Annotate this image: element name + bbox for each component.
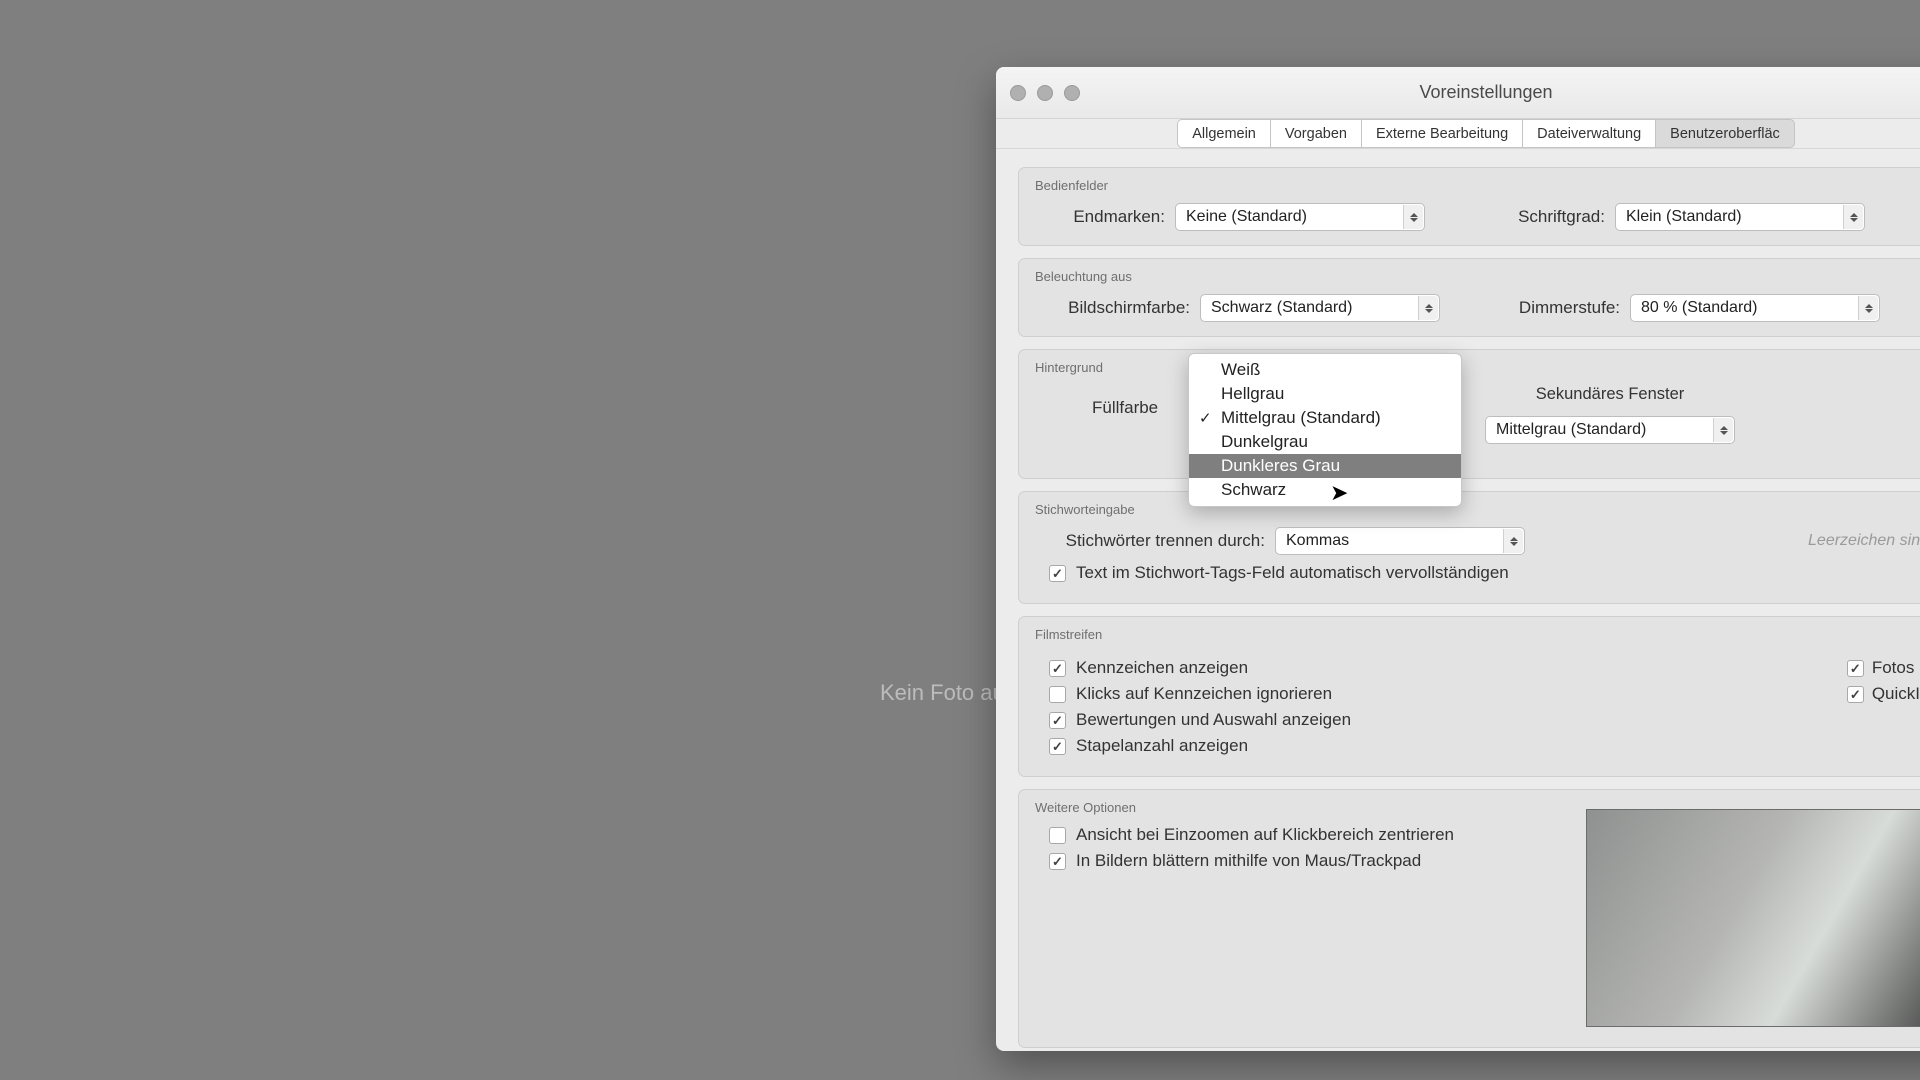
panel-title-hintergrund: Hintergrund — [1035, 360, 1920, 375]
option-mittelgrau-label: Mittelgrau (Standard) — [1221, 408, 1381, 427]
label-fotos-im: Fotos im — [1872, 658, 1920, 678]
select-bildschirmfarbe[interactable]: Schwarz (Standard) — [1200, 294, 1440, 322]
checkbox-stapelanzahl[interactable] — [1049, 738, 1066, 755]
tab-externe-bearbeitung[interactable]: Externe Bearbeitung — [1361, 119, 1522, 148]
chevron-updown-icon — [1403, 205, 1423, 229]
checkbox-bilder-blaettern[interactable] — [1049, 853, 1066, 870]
select-sekundaer-value: Mittelgrau (Standard) — [1496, 421, 1646, 439]
checkbox-bewertungen-anzeigen[interactable] — [1049, 712, 1066, 729]
option-dunkleres-grau[interactable]: Dunkleres Grau — [1189, 454, 1461, 478]
tab-bar: Allgemein Vorgaben Externe Bearbeitung D… — [996, 119, 1920, 149]
select-endmarken[interactable]: Keine (Standard) — [1175, 203, 1425, 231]
panel-hintergrund: Hintergrund Sekundäres Fenster Mittelgra… — [1018, 349, 1920, 479]
panel-title-stichworteingabe: Stichworteingabe — [1035, 502, 1920, 517]
close-icon[interactable] — [1010, 85, 1026, 101]
preferences-window: Voreinstellungen Allgemein Vorgaben Exte… — [996, 67, 1920, 1051]
maximize-icon[interactable] — [1064, 85, 1080, 101]
select-dimmerstufe[interactable]: 80 % (Standard) — [1630, 294, 1880, 322]
select-schriftgrad-value: Klein (Standard) — [1626, 208, 1742, 226]
tab-allgemein[interactable]: Allgemein — [1177, 119, 1270, 148]
label-schriftgrad: Schriftgrad: — [1485, 207, 1605, 227]
label-trennen: Stichwörter trennen durch: — [1035, 531, 1265, 551]
cursor-icon: ➤ — [1330, 480, 1348, 506]
label-kennzeichen-anzeigen: Kennzeichen anzeigen — [1076, 658, 1248, 678]
window-title: Voreinstellungen — [1419, 82, 1552, 103]
label-endmarken: Endmarken: — [1035, 207, 1165, 227]
select-endmarken-value: Keine (Standard) — [1186, 208, 1307, 226]
dropdown-fuellfarbe[interactable]: Weiß Hellgrau ✓ Mittelgrau (Standard) Dun… — [1188, 353, 1462, 507]
checkbox-kennzeichen-anzeigen[interactable] — [1049, 660, 1066, 677]
chevron-updown-icon — [1713, 418, 1733, 442]
select-trennzeichen-value: Kommas — [1286, 532, 1349, 550]
chevron-updown-icon — [1418, 296, 1438, 320]
checkbox-fotos-im[interactable] — [1847, 660, 1864, 677]
tab-benutzeroberflaeche[interactable]: Benutzeroberfläc — [1655, 119, 1795, 148]
label-bewertungen-anzeigen: Bewertungen und Auswahl anzeigen — [1076, 710, 1351, 730]
chevron-updown-icon — [1858, 296, 1878, 320]
panel-beleuchtung: Beleuchtung aus Bildschirmfarbe: Schwarz… — [1018, 258, 1920, 337]
option-schwarz[interactable]: Schwarz — [1189, 478, 1461, 502]
background-empty-text: Kein Foto au — [880, 680, 1005, 706]
minimize-icon[interactable] — [1037, 85, 1053, 101]
tab-dateiverwaltung[interactable]: Dateiverwaltung — [1522, 119, 1655, 148]
label-autocomplete: Text im Stichwort-Tags-Feld automatisch … — [1076, 563, 1509, 583]
chevron-updown-icon — [1503, 529, 1523, 553]
checkbox-klicks-ignorieren[interactable] — [1049, 686, 1066, 703]
label-sekundaeres-fenster: Sekundäres Fenster — [1536, 385, 1685, 404]
panel-stichworteingabe: Stichworteingabe Stichwörter trennen dur… — [1018, 491, 1920, 604]
select-sekundaer-fuellfarbe[interactable]: Mittelgrau (Standard) — [1485, 416, 1735, 444]
checkbox-quickinfo[interactable] — [1847, 686, 1864, 703]
panel-title-bedienfelder: Bedienfelder — [1035, 178, 1920, 193]
option-dunkelgrau[interactable]: Dunkelgrau — [1189, 430, 1461, 454]
tab-vorgaben[interactable]: Vorgaben — [1270, 119, 1361, 148]
chevron-updown-icon — [1843, 205, 1863, 229]
panel-title-beleuchtung: Beleuchtung aus — [1035, 269, 1920, 284]
panel-bedienfelder: Bedienfelder Endmarken: Keine (Standard)… — [1018, 167, 1920, 246]
label-fuellfarbe: Füllfarbe — [1092, 398, 1158, 418]
checkmark-icon: ✓ — [1199, 409, 1212, 427]
label-stapelanzahl: Stapelanzahl anzeigen — [1076, 736, 1248, 756]
webcam-overlay — [1586, 809, 1920, 1027]
label-bilder-blaettern: In Bildern blättern mithilfe von Maus/Tr… — [1076, 851, 1421, 871]
label-zoom-zentrieren: Ansicht bei Einzoomen auf Klickbereich z… — [1076, 825, 1454, 845]
panel-filmstreifen: Filmstreifen Kennzeichen anzeigen Klicks… — [1018, 616, 1920, 777]
select-bildschirmfarbe-value: Schwarz (Standard) — [1211, 299, 1352, 317]
titlebar: Voreinstellungen — [996, 67, 1920, 119]
option-mittelgrau-standard[interactable]: ✓ Mittelgrau (Standard) — [1189, 406, 1461, 430]
label-dimmerstufe: Dimmerstufe: — [1500, 298, 1620, 318]
select-trennzeichen[interactable]: Kommas — [1275, 527, 1525, 555]
label-quickinfo: QuickInf — [1872, 684, 1920, 704]
label-klicks-ignorieren: Klicks auf Kennzeichen ignorieren — [1076, 684, 1332, 704]
hint-leerzeichen: Leerzeichen sind i — [1768, 532, 1920, 550]
panel-title-filmstreifen: Filmstreifen — [1035, 627, 1920, 642]
select-dimmerstufe-value: 80 % (Standard) — [1641, 299, 1758, 317]
label-bildschirmfarbe: Bildschirmfarbe: — [1035, 298, 1190, 318]
option-weiss[interactable]: Weiß — [1189, 358, 1461, 382]
checkbox-zoom-zentrieren[interactable] — [1049, 827, 1066, 844]
select-schriftgrad[interactable]: Klein (Standard) — [1615, 203, 1865, 231]
option-hellgrau[interactable]: Hellgrau — [1189, 382, 1461, 406]
window-controls — [1010, 85, 1080, 101]
checkbox-autocomplete[interactable] — [1049, 565, 1066, 582]
